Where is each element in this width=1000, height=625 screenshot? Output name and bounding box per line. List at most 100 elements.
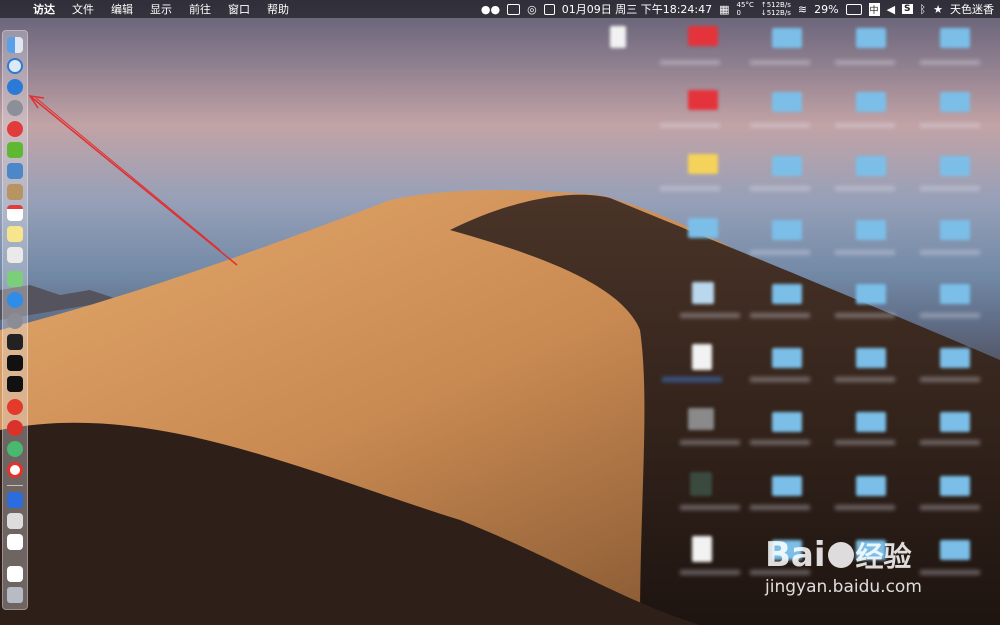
file-label — [835, 60, 895, 65]
desktop-folder-icon[interactable] — [688, 154, 718, 174]
finder-icon[interactable] — [7, 37, 23, 53]
sogou-icon[interactable] — [7, 492, 23, 508]
desktop-folder-icon[interactable] — [688, 26, 718, 46]
file-label — [750, 60, 810, 65]
desktop-folder-icon[interactable] — [940, 220, 970, 240]
username[interactable]: 天色迷香 — [950, 1, 994, 17]
safari-icon[interactable] — [7, 58, 23, 74]
calendar-icon-small[interactable] — [543, 3, 555, 15]
datetime[interactable]: 01月09日 周三 下午18:24:47 — [562, 1, 712, 17]
calendar-icon[interactable] — [7, 205, 23, 221]
desktop-folder-icon[interactable] — [940, 412, 970, 432]
file-label — [680, 440, 740, 445]
desktop-folder-icon[interactable] — [772, 284, 802, 304]
terminal-alt-icon[interactable] — [7, 376, 23, 392]
menu-finder[interactable]: 访达 — [25, 1, 64, 17]
desktop-folder-icon[interactable] — [940, 28, 970, 48]
safari-highlight-icon[interactable] — [7, 79, 23, 95]
trash-icon[interactable] — [7, 587, 23, 603]
desktop-folder-icon[interactable] — [940, 92, 970, 112]
desktop-folder-icon[interactable] — [772, 28, 802, 48]
desktop-folder-icon[interactable] — [856, 220, 886, 240]
file-label — [750, 250, 810, 255]
system-preferences-icon[interactable] — [7, 313, 23, 329]
battery-label[interactable]: 29% — [814, 3, 838, 16]
desktop-folder-icon[interactable] — [856, 412, 886, 432]
menu-bar: 访达 文件 编辑 显示 前往 窗口 帮助 ●● ◎ 01月09日 周三 下午18… — [0, 0, 1000, 18]
wifi-icon[interactable]: ≋ — [798, 3, 807, 16]
dock — [2, 30, 28, 610]
desktop-folder-icon[interactable] — [940, 348, 970, 368]
network-speed[interactable]: ↑512B/s ↓512B/s — [761, 1, 791, 17]
star-icon[interactable]: ★ — [933, 3, 943, 16]
vivaldi-icon[interactable] — [7, 399, 23, 415]
file-label — [660, 186, 720, 191]
terminal-icon[interactable] — [7, 355, 23, 371]
display-icon[interactable] — [507, 3, 521, 15]
file-label — [835, 186, 895, 191]
desktop-folder-icon[interactable] — [940, 156, 970, 176]
preview-icon[interactable] — [7, 163, 23, 179]
menu-view[interactable]: 显示 — [142, 1, 181, 17]
app-red-icon[interactable] — [7, 121, 23, 137]
document-icon[interactable] — [7, 534, 23, 550]
globe-icon[interactable]: ◎ — [527, 3, 537, 16]
activity-monitor-icon[interactable] — [7, 334, 23, 350]
menu-file[interactable]: 文件 — [64, 1, 103, 17]
desktop-file-icon[interactable] — [688, 408, 714, 430]
temperature[interactable]: 45°C 0 — [737, 1, 754, 17]
desktop-folder-icon[interactable] — [856, 284, 886, 304]
file-label — [662, 377, 722, 382]
desktop-folder-icon[interactable] — [772, 156, 802, 176]
reminders-icon[interactable] — [7, 226, 23, 242]
notes-icon[interactable] — [7, 184, 23, 200]
desktop-file-icon[interactable] — [692, 536, 712, 562]
netease-music-icon[interactable] — [7, 420, 23, 436]
desktop-folder-icon[interactable] — [688, 218, 718, 238]
desktop-folder-icon[interactable] — [940, 476, 970, 496]
menu-window[interactable]: 窗口 — [220, 1, 259, 17]
input-source-icon[interactable]: 中 — [868, 2, 880, 16]
file-icon[interactable] — [7, 566, 23, 582]
android-icon[interactable] — [7, 142, 23, 158]
menu-edit[interactable]: 编辑 — [103, 1, 142, 17]
wechat-icon[interactable] — [7, 441, 23, 457]
desktop-folder-icon[interactable] — [772, 412, 802, 432]
desktop-folder-icon[interactable] — [856, 28, 886, 48]
launchpad-icon[interactable] — [7, 100, 23, 116]
desktop-folder-icon[interactable] — [772, 476, 802, 496]
desktop-file-icon[interactable] — [610, 26, 626, 48]
file-label — [835, 440, 895, 445]
dots-icon[interactable]: ●● — [481, 3, 500, 16]
desktop-file-icon[interactable] — [692, 282, 714, 304]
appstore-icon[interactable] — [7, 292, 23, 308]
file-label — [920, 505, 980, 510]
file-label — [750, 186, 810, 191]
grid-icon[interactable]: ▦ — [719, 3, 729, 16]
desktop-file-icon[interactable] — [692, 344, 712, 370]
menu-go[interactable]: 前往 — [181, 1, 220, 17]
desktop-folder-icon[interactable] — [856, 92, 886, 112]
desktop-folder-icon[interactable] — [856, 156, 886, 176]
desktop-folder-icon[interactable] — [688, 90, 718, 110]
sogou-menubar-icon[interactable]: S — [902, 4, 913, 14]
desktop: 访达 文件 编辑 显示 前往 窗口 帮助 ●● ◎ 01月09日 周三 下午18… — [0, 0, 1000, 625]
desktop-folder-icon[interactable] — [772, 220, 802, 240]
text-editor-icon[interactable] — [7, 513, 23, 529]
desktop-folder-icon[interactable] — [772, 92, 802, 112]
maps-icon[interactable] — [7, 247, 23, 263]
desktop-folder-icon[interactable] — [772, 348, 802, 368]
bluetooth-icon[interactable]: ᛒ — [920, 3, 927, 16]
desktop-folder-icon[interactable] — [940, 284, 970, 304]
file-label — [920, 250, 980, 255]
battery-icon[interactable] — [845, 3, 862, 15]
menu-help[interactable]: 帮助 — [259, 1, 298, 17]
volume-icon[interactable]: ◀ — [887, 3, 895, 16]
file-label — [835, 250, 895, 255]
desktop-file-icon[interactable] — [690, 472, 712, 496]
desktop-files — [600, 20, 1000, 620]
yandex-icon[interactable] — [7, 462, 23, 478]
desktop-folder-icon[interactable] — [856, 348, 886, 368]
desktop-folder-icon[interactable] — [856, 476, 886, 496]
maps-alt-icon[interactable] — [7, 271, 23, 287]
